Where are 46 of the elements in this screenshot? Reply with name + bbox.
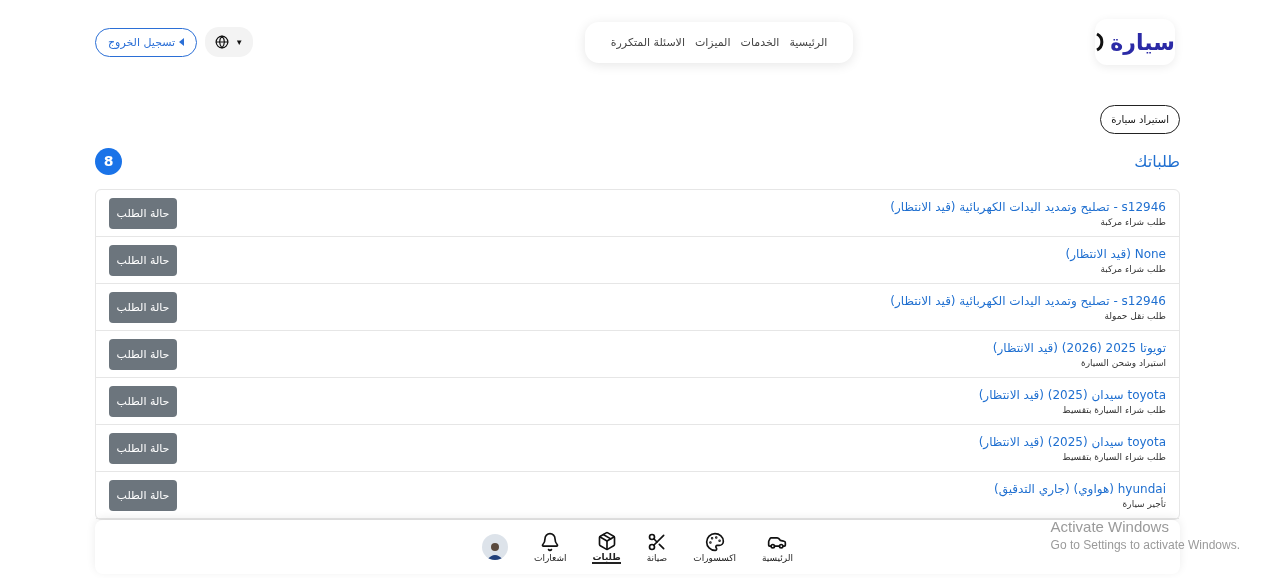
logo-text: سيارة — [1110, 29, 1175, 55]
order-type: طلب نقل حمولة — [1103, 310, 1166, 321]
bottom-nav-tab[interactable]: الرئيسية — [762, 531, 793, 563]
logout-button[interactable]: تسجيل الخروج — [95, 27, 198, 57]
import-car-button[interactable]: استيراد سيارة — [1100, 105, 1180, 134]
order-status-button[interactable]: حالة الطلب — [109, 385, 177, 417]
order-title-link[interactable]: s12946 - تصليح وتمديد اليدات الكهربائية (قيد الانتظار) — [890, 199, 1166, 214]
activation-hint: Go to Settings to activate Windows. — [1050, 538, 1240, 552]
caret-icon — [179, 38, 185, 46]
palette-icon — [704, 531, 725, 552]
avatar[interactable] — [482, 534, 509, 560]
bell-icon — [540, 531, 561, 552]
order-title-link[interactable]: hyundai (هواوي) (جاري التدقيق) — [994, 481, 1166, 496]
nav-link[interactable]: الميزات — [694, 35, 731, 49]
bottom-nav-tab[interactable]: صيانة — [646, 531, 668, 563]
bottom-nav-tab[interactable]: اكسسورات — [693, 531, 736, 563]
order-title-link[interactable]: toyota سيدان (2025) (قيد الانتظار) — [978, 434, 1166, 449]
globe-icon — [215, 35, 230, 49]
order-status-button[interactable]: حالة الطلب — [109, 338, 177, 370]
order-status-button[interactable]: حالة الطلب — [109, 291, 177, 323]
language-button[interactable]: ▼ — [205, 27, 254, 57]
order-type: استيراد وشحن السيارة — [1080, 357, 1166, 368]
nav-link[interactable]: الاسئلة المتكررة — [610, 35, 685, 49]
order-title-link[interactable]: toyota سيدان (2025) (قيد الانتظار) — [978, 387, 1166, 402]
order-title-link[interactable]: s12946 - تصليح وتمديد اليدات الكهربائية (قيد الانتظار) — [890, 293, 1166, 308]
order-type: طلب شراء مركبة — [1099, 263, 1166, 274]
order-type: طلب شراء السيارة بتقسيط — [1061, 451, 1166, 462]
order-title-link[interactable]: تويوتا 2025 (2026) (قيد الانتظار) — [992, 340, 1166, 355]
logo[interactable]: سيارة — [1095, 19, 1175, 65]
box-icon — [596, 530, 617, 551]
bottom-nav-tab[interactable]: اشعارات — [534, 531, 567, 563]
order-status-button[interactable]: حالة الطلب — [109, 244, 177, 276]
orders-title: طلباتك — [1134, 151, 1180, 171]
order-type: طلب شراء مركبة — [1099, 216, 1166, 227]
order-type: تأجير سيارة — [1121, 498, 1166, 509]
bottom-nav-tab[interactable]: طلبات — [592, 530, 621, 564]
nav-link[interactable]: الرئيسية — [789, 35, 828, 49]
activation-title: Activate Windows — [1050, 518, 1170, 535]
count-badge: 8 — [95, 147, 122, 175]
scissors-icon — [646, 531, 667, 552]
order-type: طلب شراء السيارة بتقسيط — [1061, 404, 1166, 415]
order-status-button[interactable]: حالة الطلب — [109, 479, 177, 511]
order-status-button[interactable]: حالة الطلب — [109, 197, 177, 229]
order-status-button[interactable]: حالة الطلب — [109, 432, 177, 464]
nav-link[interactable]: الخدمات — [740, 35, 780, 49]
order-title-link[interactable]: None (قيد الانتظار) — [1065, 246, 1166, 261]
